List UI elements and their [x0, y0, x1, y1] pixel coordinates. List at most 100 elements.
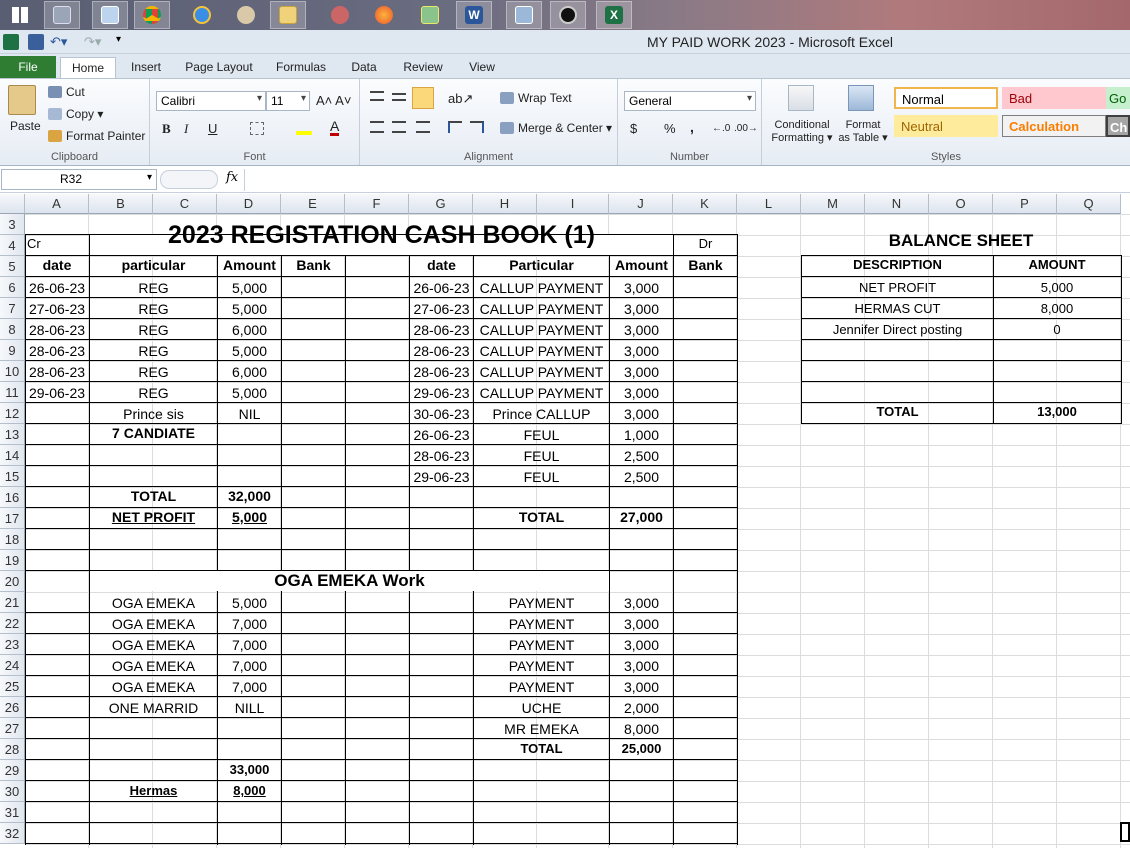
- style-neutral[interactable]: Neutral: [894, 115, 998, 137]
- row-header-24[interactable]: 24: [0, 655, 25, 676]
- underline-button[interactable]: U: [208, 121, 217, 136]
- align-right-icon[interactable]: [416, 121, 430, 133]
- column-header-i[interactable]: I: [537, 194, 609, 214]
- row-header-26[interactable]: 26: [0, 697, 25, 718]
- file-explorer-icon[interactable]: [270, 1, 306, 29]
- firefox-icon[interactable]: [366, 1, 402, 29]
- tab-file[interactable]: File: [0, 56, 56, 78]
- row-header-14[interactable]: 14: [0, 445, 25, 466]
- style-bad[interactable]: Bad: [1002, 87, 1106, 109]
- customize-qat-icon[interactable]: ▾: [116, 34, 126, 50]
- tab-formulas[interactable]: Formulas: [270, 57, 332, 78]
- cut-button[interactable]: Cut: [48, 85, 85, 99]
- tab-page-layout[interactable]: Page Layout: [180, 57, 258, 78]
- italic-button[interactable]: I: [184, 121, 188, 137]
- column-header-k[interactable]: K: [673, 194, 737, 214]
- row-header-7[interactable]: 7: [0, 298, 25, 319]
- conditional-formatting-button[interactable]: Conditional Formatting ▾: [770, 119, 834, 145]
- row-header-5[interactable]: 5: [0, 256, 25, 277]
- row-header-8[interactable]: 8: [0, 319, 25, 340]
- percent-button[interactable]: %: [664, 121, 676, 136]
- row-header-31[interactable]: 31: [0, 802, 25, 823]
- tab-insert[interactable]: Insert: [124, 57, 168, 78]
- worksheet[interactable]: ABCDEFGHIJKLMNOPQ 3 4 5 6 7 8 9 10 11 12 13 14 15 16 1…: [0, 194, 1130, 848]
- column-header-e[interactable]: E: [281, 194, 345, 214]
- align-center-icon[interactable]: [392, 121, 406, 133]
- formula-bar-handle[interactable]: [160, 170, 218, 189]
- column-header-l[interactable]: L: [737, 194, 801, 214]
- media-player-icon[interactable]: [322, 1, 358, 29]
- align-top-icon[interactable]: [370, 91, 384, 101]
- row-header-27[interactable]: 27: [0, 718, 25, 739]
- insert-function-icon[interactable]: fx: [226, 170, 238, 185]
- currency-button[interactable]: $: [630, 121, 637, 136]
- paste-button[interactable]: Paste: [10, 119, 41, 133]
- active-cell-r32[interactable]: [1120, 822, 1130, 842]
- row-header-21[interactable]: 21: [0, 592, 25, 613]
- decrease-decimal-icon[interactable]: .00→: [734, 123, 758, 134]
- format-painter-button[interactable]: Format Painter: [48, 129, 145, 143]
- font-size-combo[interactable]: 11: [266, 91, 310, 111]
- column-header-j[interactable]: J: [609, 194, 673, 214]
- font-name-combo[interactable]: Calibri: [156, 91, 266, 111]
- column-header-g[interactable]: G: [409, 194, 473, 214]
- undo-icon[interactable]: ↶▾: [50, 34, 74, 50]
- tab-review[interactable]: Review: [398, 57, 448, 78]
- row-header-28[interactable]: 28: [0, 739, 25, 760]
- row-header-13[interactable]: 13: [0, 424, 25, 445]
- column-header-p[interactable]: P: [993, 194, 1057, 214]
- fill-color-icon[interactable]: [296, 121, 312, 135]
- copy-button[interactable]: Copy ▾: [48, 107, 103, 121]
- merge-center-button[interactable]: Merge & Center ▾: [500, 121, 612, 135]
- row-header-10[interactable]: 10: [0, 361, 25, 382]
- excel-app-icon[interactable]: [3, 34, 19, 50]
- style-check-cell[interactable]: Che: [1106, 115, 1130, 137]
- tab-view[interactable]: View: [460, 57, 504, 78]
- increase-indent-icon[interactable]: [470, 121, 484, 133]
- app-icon[interactable]: [550, 1, 586, 29]
- format-as-table-button[interactable]: Format as Table ▾: [838, 119, 888, 145]
- style-calculation[interactable]: Calculation: [1002, 115, 1106, 137]
- row-header-22[interactable]: 22: [0, 613, 25, 634]
- row-header-17[interactable]: 17: [0, 508, 25, 529]
- redo-icon[interactable]: ↷▾: [84, 34, 108, 50]
- conditional-formatting-icon[interactable]: [788, 85, 814, 111]
- format-as-table-icon[interactable]: [848, 85, 874, 111]
- column-header-b[interactable]: B: [89, 194, 153, 214]
- align-middle-icon[interactable]: [392, 93, 406, 101]
- column-header-f[interactable]: F: [345, 194, 409, 214]
- save-icon[interactable]: [28, 34, 44, 50]
- column-header-h[interactable]: H: [473, 194, 537, 214]
- start-icon[interactable]: [2, 1, 38, 29]
- row-header-9[interactable]: 9: [0, 340, 25, 361]
- style-normal[interactable]: Normal: [894, 87, 998, 109]
- align-left-icon[interactable]: [370, 121, 384, 133]
- paste-icon[interactable]: [8, 85, 36, 115]
- row-header-16[interactable]: 16: [0, 487, 25, 508]
- column-header-m[interactable]: M: [801, 194, 865, 214]
- word-icon[interactable]: W: [456, 1, 492, 29]
- row-header-3[interactable]: 3: [0, 214, 25, 235]
- internet-explorer-icon[interactable]: [184, 1, 220, 29]
- row-header-18[interactable]: 18: [0, 529, 25, 550]
- select-all-corner[interactable]: [0, 194, 25, 214]
- row-header-30[interactable]: 30: [0, 781, 25, 802]
- row-header-11[interactable]: 11: [0, 382, 25, 403]
- tab-data[interactable]: Data: [344, 57, 384, 78]
- row-header-32[interactable]: 32: [0, 823, 25, 844]
- column-header-o[interactable]: O: [929, 194, 993, 214]
- column-header-n[interactable]: N: [865, 194, 929, 214]
- excel-icon[interactable]: X: [596, 1, 632, 29]
- column-header-a[interactable]: A: [25, 194, 89, 214]
- row-header-4[interactable]: 4: [0, 235, 25, 256]
- calculator-icon[interactable]: [44, 1, 80, 29]
- row-header-6[interactable]: 6: [0, 277, 25, 298]
- row-header-19[interactable]: 19: [0, 550, 25, 571]
- grow-font-icon[interactable]: A˄ A˅: [316, 93, 351, 108]
- style-good[interactable]: Go: [1106, 87, 1130, 109]
- bold-button[interactable]: B: [162, 121, 171, 137]
- row-header-23[interactable]: 23: [0, 634, 25, 655]
- notepad-icon[interactable]: [92, 1, 128, 29]
- tab-home[interactable]: Home: [60, 57, 116, 78]
- row-header-12[interactable]: 12: [0, 403, 25, 424]
